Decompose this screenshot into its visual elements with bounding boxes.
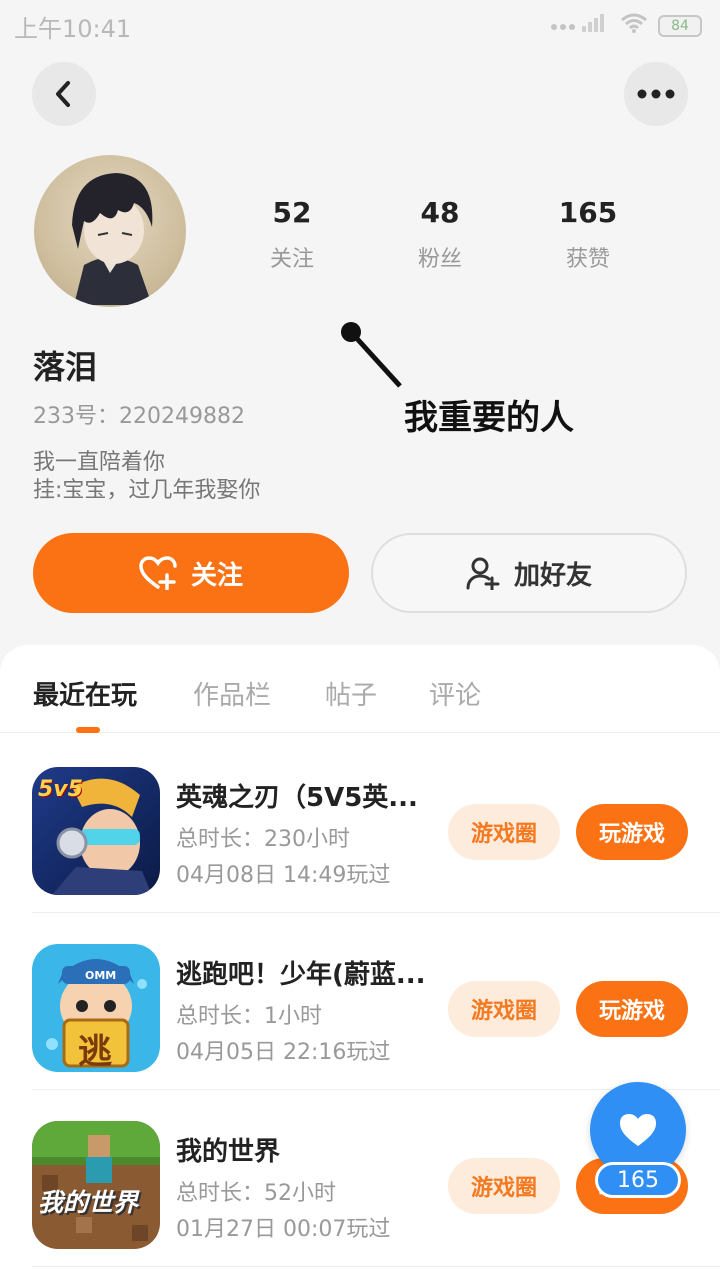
avatar-image bbox=[72, 173, 153, 305]
game-icon-cap-text: OMM bbox=[85, 969, 117, 982]
tab-comments[interactable]: 评论 bbox=[429, 675, 481, 712]
stat-followers-label: 粉丝 bbox=[417, 247, 462, 272]
stat-followers-count: 48 bbox=[420, 196, 460, 229]
heart-plus-icon bbox=[139, 556, 177, 590]
game-icon-text: 我的世界 bbox=[38, 1188, 139, 1217]
tab-bar: 最近在玩 作品栏 帖子 评论 bbox=[0, 645, 720, 733]
stat-likes[interactable]: 165 获赞 bbox=[538, 196, 638, 273]
status-time: 上午10:41 bbox=[14, 14, 132, 43]
game-title: 英魂之刃（5V5英... bbox=[176, 783, 418, 813]
game-circle-button[interactable]: 游戏圈 bbox=[448, 981, 560, 1037]
add-friend-button-label: 加好友 bbox=[513, 560, 592, 591]
add-user-icon bbox=[466, 557, 500, 590]
tab-indicator bbox=[76, 727, 100, 733]
add-friend-button[interactable]: 加好友 bbox=[371, 533, 687, 613]
play-game-button[interactable]: 玩游戏 bbox=[576, 804, 688, 860]
profile-name: 落泪 bbox=[33, 348, 98, 386]
stat-likes-count: 165 bbox=[558, 196, 618, 229]
more-dots-icon bbox=[637, 89, 675, 99]
status-icons: 84 bbox=[550, 12, 702, 40]
annotation-pointer bbox=[341, 322, 402, 388]
tab-works[interactable]: 作品栏 bbox=[193, 675, 271, 712]
profile-id: 233号：220249882 bbox=[33, 404, 245, 429]
annotation-text: 我重要的人 bbox=[404, 398, 574, 438]
game-duration: 总时长：52小时 bbox=[176, 1181, 336, 1206]
game-circle-button[interactable]: 游戏圈 bbox=[448, 1158, 560, 1214]
game-duration: 总时长：1小时 bbox=[176, 1004, 322, 1029]
stat-following-label: 关注 bbox=[269, 247, 314, 272]
like-count-badge: 165 bbox=[595, 1162, 681, 1198]
game-last-played: 04月08日 14:49玩过 bbox=[176, 863, 391, 888]
chevron-left-icon bbox=[56, 81, 70, 107]
battery-level: 84 bbox=[671, 18, 689, 34]
game-last-played: 01月27日 00:07玩过 bbox=[176, 1217, 391, 1242]
divider bbox=[32, 1266, 720, 1267]
game-row[interactable]: 5v5 英魂之刃（5V5英... 总时长：230小时 04月08日 14:49玩… bbox=[32, 735, 720, 913]
game-icon-minecraft[interactable]: 我的世界 bbox=[32, 1121, 160, 1249]
game-last-played: 04月05日 22:16玩过 bbox=[176, 1040, 391, 1065]
tab-recently-played[interactable]: 最近在玩 bbox=[33, 675, 137, 712]
tab-posts[interactable]: 帖子 bbox=[325, 675, 377, 712]
profile-bio-line2: 挂:宝宝，过几年我娶你 bbox=[33, 478, 261, 503]
game-icon-yinghun[interactable]: 5v5 bbox=[32, 767, 160, 895]
game-icon-taopao[interactable]: OMM 逃 bbox=[32, 944, 160, 1072]
game-title: 逃跑吧！少年(蔚蓝... bbox=[176, 960, 426, 990]
follow-button[interactable]: 关注 bbox=[33, 533, 349, 613]
back-button[interactable] bbox=[32, 62, 96, 126]
battery-icon: 84 bbox=[658, 15, 702, 37]
game-circle-button[interactable]: 游戏圈 bbox=[448, 804, 560, 860]
more-button[interactable] bbox=[624, 62, 688, 126]
game-title: 我的世界 bbox=[176, 1137, 281, 1167]
stat-following-count: 52 bbox=[272, 196, 312, 229]
game-row[interactable]: OMM 逃 逃跑吧！少年(蔚蓝... 总时长：1小时 04月05日 22:16玩… bbox=[32, 912, 720, 1090]
game-icon-text: 逃 bbox=[78, 1032, 112, 1072]
wifi-icon bbox=[620, 12, 648, 40]
stat-followers[interactable]: 48 粉丝 bbox=[390, 196, 490, 273]
signal-icon bbox=[550, 12, 610, 40]
game-duration: 总时长：230小时 bbox=[176, 827, 350, 852]
game-icon-text: 5v5 bbox=[38, 777, 83, 802]
follow-button-label: 关注 bbox=[190, 560, 243, 591]
status-bar: 上午10:41 84 bbox=[0, 0, 720, 52]
heart-icon bbox=[620, 1114, 656, 1146]
play-game-button[interactable]: 玩游戏 bbox=[576, 981, 688, 1037]
stat-following[interactable]: 52 关注 bbox=[242, 196, 342, 273]
stat-likes-label: 获赞 bbox=[565, 247, 610, 272]
avatar[interactable] bbox=[34, 155, 186, 307]
